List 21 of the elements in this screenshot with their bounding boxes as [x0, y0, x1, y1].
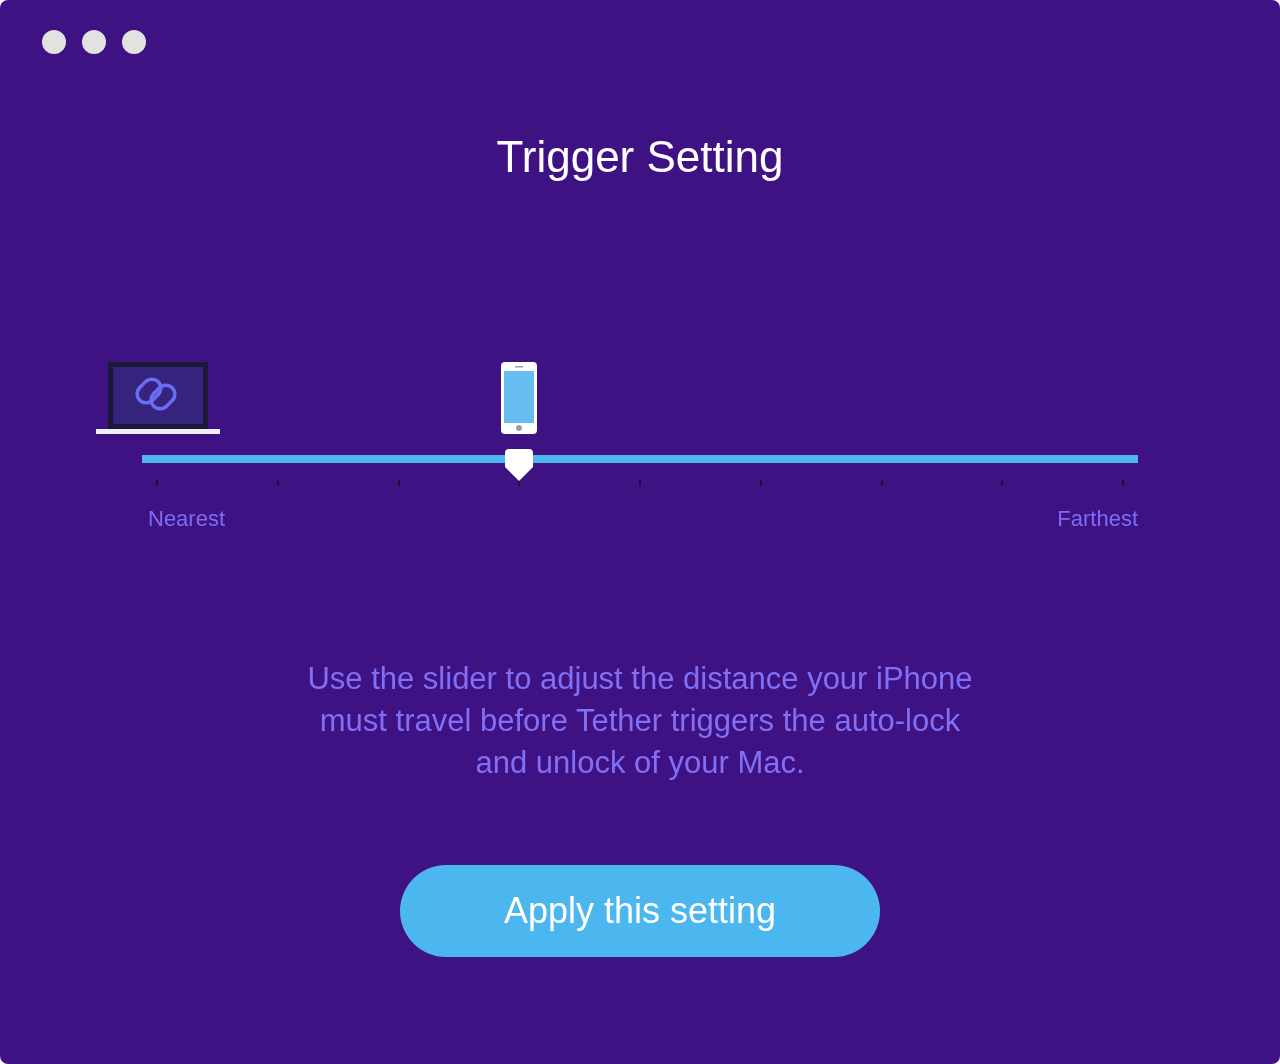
max-label: Farthest: [1057, 506, 1138, 532]
tick-mark: [156, 480, 158, 486]
tick-mark: [518, 480, 521, 486]
window-control[interactable]: [82, 30, 106, 54]
min-label: Nearest: [148, 506, 226, 532]
window-title: Trigger Setting: [496, 131, 784, 183]
tick-mark: [639, 480, 641, 486]
tick-mark: [1122, 480, 1124, 486]
tick-mark: [276, 480, 279, 486]
window-control[interactable]: [122, 30, 146, 54]
tick-mark: [880, 480, 883, 486]
laptop-icon: [96, 362, 220, 434]
slider-thumb[interactable]: [504, 448, 535, 482]
tick-mark: [1001, 480, 1004, 486]
phone-icon: [501, 362, 538, 434]
slider-track[interactable]: [142, 455, 1138, 463]
tick-mark: [397, 480, 400, 486]
apply-button[interactable]: Apply this setting: [400, 865, 880, 957]
tick-mark: [759, 480, 762, 486]
description-text: Use the slider to adjust the distance your iPhone must travel before Tether triggers the auto-lock and unlock of your Mac.: [306, 660, 974, 782]
window-control[interactable]: [42, 30, 66, 54]
